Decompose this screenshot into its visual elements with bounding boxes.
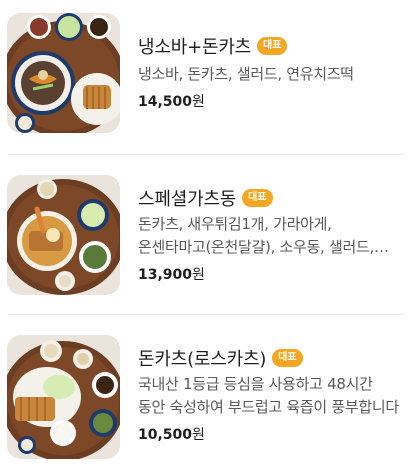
price-value: 10,500 <box>138 427 193 443</box>
menu-item-price: 14,500원 <box>138 91 205 111</box>
menu-item[interactable]: 돈카츠(로스카츠) 대표 국내산 1등급 등심을 사용하고 48시간 동안 숙성… <box>0 320 412 460</box>
price-currency: 원 <box>192 94 205 110</box>
naengsoba-donkatsu-photo <box>7 13 120 133</box>
menu-item[interactable]: 냉소바+돈카츠 대표 냉소바, 돈카츠, 샐러드, 연유치즈떡 14,500원 <box>0 0 412 140</box>
price-currency: 원 <box>192 427 205 443</box>
menu-item-description: 냉소바, 돈카츠, 샐러드, 연유치즈떡 <box>138 65 354 83</box>
signature-badge: 대표 <box>257 37 288 55</box>
menu-item-description: 국내산 1등급 등심을 사용하고 48시간 동안 숙성하여 부드럽고 육즙이 풍… <box>138 375 399 416</box>
menu-item-title-row: 돈카츠(로스카츠) 대표 <box>138 345 303 371</box>
special-katsudon-photo <box>7 175 120 295</box>
menu-item-name: 돈카츠(로스카츠) <box>138 349 267 370</box>
menu-list: 냉소바+돈카츠 대표 냉소바, 돈카츠, 샐러드, 연유치즈떡 14,500원 <box>0 0 412 471</box>
price-value: 13,900 <box>138 267 193 283</box>
menu-item-photo <box>7 335 120 459</box>
menu-item-title-row: 스페셜가츠동 대표 <box>138 185 273 211</box>
rosukatsu-photo <box>7 335 120 459</box>
menu-item-name: 냉소바+돈카츠 <box>138 37 252 58</box>
signature-badge: 대표 <box>242 189 273 207</box>
price-currency: 원 <box>192 267 205 283</box>
menu-item-photo <box>7 175 120 295</box>
menu-item[interactable]: 스페셜가츠동 대표 돈카츠, 새우튀김1개, 가라아게, 온센타마고(온천달걀)… <box>0 160 412 300</box>
signature-badge: 대표 <box>272 349 303 367</box>
divider <box>8 154 404 155</box>
menu-item-title-row: 냉소바+돈카츠 대표 <box>138 33 288 59</box>
menu-item-price: 10,500원 <box>138 424 205 444</box>
menu-item-photo <box>7 13 120 133</box>
price-value: 14,500 <box>138 94 193 110</box>
menu-item-description: 돈카츠, 새우튀김1개, 가라아게, 온센타마고(온천달걀), 소우동, 샐러드… <box>138 215 374 256</box>
menu-item-name: 스페셜가츠동 <box>138 189 237 210</box>
menu-item-price: 13,900원 <box>138 264 205 284</box>
divider <box>8 314 404 315</box>
